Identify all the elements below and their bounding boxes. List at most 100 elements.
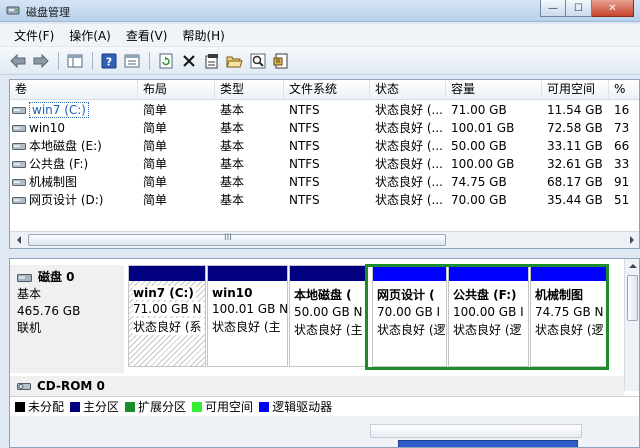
delete-button[interactable] [179, 51, 198, 70]
legend-swatch [125, 401, 136, 412]
title-bar[interactable]: 磁盘管理 — ☐ ✕ [0, 0, 640, 22]
menu-bar: 文件(F) 操作(A) 查看(V) 帮助(H) [0, 24, 640, 46]
column-header-type[interactable]: 类型 [215, 80, 284, 100]
menu-file[interactable]: 文件(F) [14, 27, 54, 44]
column-header-free-space[interactable]: 可用空间 [542, 80, 609, 100]
status-field [370, 424, 582, 438]
horizontal-scrollbar[interactable]: III [10, 231, 639, 248]
volume-status-cell: 状态良好 (... [375, 193, 443, 207]
forward-button[interactable] [31, 51, 50, 70]
volume-status-cell: 状态良好 (... [375, 139, 443, 153]
volume-layout-cell: 简单 [143, 157, 168, 171]
partition-block[interactable]: win7 (C:) 71.00 GB N 状态良好 (系 [128, 265, 206, 367]
volume-status-cell: 状态良好 (... [375, 175, 443, 189]
window-title: 磁盘管理 [26, 6, 70, 19]
volume-disk-icon [12, 106, 26, 114]
partition-block[interactable]: 本地磁盘 (50.00 GB N 状态良好 (主 [289, 265, 368, 367]
search-icon [250, 53, 265, 68]
vertical-scrollbar[interactable] [624, 259, 639, 391]
volume-disk-icon [12, 196, 26, 204]
toolbar-separator [149, 51, 150, 70]
delete-icon [182, 54, 195, 67]
column-header-volume[interactable]: 卷 [10, 80, 138, 100]
volume-row[interactable]: win10 简单 基本 NTFS 状态良好 (... 100.01 GB 72.58 GB 7… [10, 119, 639, 137]
help-button[interactable]: ? [99, 51, 118, 70]
menu-action[interactable]: 操作(A) [69, 27, 111, 44]
disk-icon [17, 273, 32, 282]
back-button[interactable] [8, 51, 27, 70]
partition-status: 状态良好 (系 [133, 318, 204, 335]
chevron-right-icon [629, 236, 634, 244]
export-button[interactable] [271, 51, 290, 70]
legend-item: 未分配 [15, 398, 64, 415]
legend-item: 逻辑驱动器 [259, 398, 332, 415]
disk-0-state: 联机 [17, 321, 42, 335]
volume-disk-icon [12, 124, 26, 132]
partition-type-bar [208, 266, 287, 281]
volume-name: 机械制图 [29, 175, 78, 189]
properties-button[interactable] [122, 51, 141, 70]
chevron-up-icon[interactable] [629, 263, 637, 269]
legend-label: 扩展分区 [138, 400, 187, 414]
scroll-left-button[interactable] [11, 233, 26, 247]
partition-name: win7 (C:) [133, 286, 196, 300]
volume-capacity-cell: 100.00 GB [451, 157, 515, 171]
volume-row[interactable]: win7 (C:) 简单 基本 NTFS 状态良好 (... 71.00 GB 11.54 … [10, 101, 639, 119]
partition-size: 50.00 GB N [294, 305, 365, 319]
partition-block[interactable]: win10 100.01 GB N 状态良好 (主 [207, 265, 288, 367]
volume-row[interactable]: 网页设计 (D:) 简单 基本 NTFS 状态良好 (... 70.00 GB 35.44 … [10, 191, 639, 209]
settings-icon [205, 53, 218, 68]
volume-name: 网页设计 (D:) [29, 193, 104, 207]
toolbar: ? [0, 47, 640, 75]
legend-swatch [192, 401, 203, 412]
extended-partition-frame[interactable] [365, 264, 609, 370]
close-button[interactable]: ✕ [592, 0, 634, 17]
console-tree-button[interactable] [65, 51, 84, 70]
volume-free-cell: 35.44 GB [547, 193, 603, 207]
column-header-layout[interactable]: 布局 [138, 80, 215, 100]
volume-row[interactable]: 本地磁盘 (E:) 简单 基本 NTFS 状态良好 (... 50.00 GB 33.11 … [10, 137, 639, 155]
export-icon [273, 53, 287, 68]
disk-0-label[interactable]: 磁盘 0 基本 465.76 GB 联机 [10, 265, 124, 373]
volume-free-cell: 68.17 GB [547, 175, 603, 189]
partition-info: win7 (C:) 71.00 GB N 状态良好 (系 [129, 281, 205, 366]
minimize-button[interactable]: — [540, 0, 566, 17]
legend-label: 可用空间 [205, 400, 254, 414]
volume-row[interactable]: 公共盘 (F:) 简单 基本 NTFS 状态良好 (... 100.00 GB 32.61 … [10, 155, 639, 173]
partition-status: 状态良好 (主 [212, 318, 283, 335]
disk-0-size: 465.76 GB [17, 304, 81, 318]
volume-status-cell: 状态良好 (... [375, 103, 443, 117]
volume-status-cell: 状态良好 (... [375, 157, 443, 171]
menu-view[interactable]: 查看(V) [126, 27, 168, 44]
horizontal-scroll-thumb[interactable] [28, 234, 446, 246]
legend-label: 主分区 [83, 400, 120, 414]
menu-help[interactable]: 帮助(H) [182, 27, 224, 44]
volume-capacity-cell: 100.01 GB [451, 121, 515, 135]
settings-button[interactable] [202, 51, 221, 70]
partition-name: win10 [212, 286, 255, 300]
column-header-filesystem[interactable]: 文件系统 [284, 80, 370, 100]
volume-fs-cell: NTFS [289, 193, 320, 207]
legend-item: 扩展分区 [125, 398, 186, 415]
column-header-capacity[interactable]: 容量 [446, 80, 542, 100]
console-tree-icon [67, 54, 82, 67]
cdrom-0-label[interactable]: CD-ROM 0 [10, 376, 624, 396]
open-folder-button[interactable] [225, 51, 244, 70]
maximize-button[interactable]: ☐ [566, 0, 592, 17]
partition-size: 71.00 GB N [133, 302, 204, 316]
vertical-scroll-thumb[interactable] [627, 275, 638, 321]
search-button[interactable] [248, 51, 267, 70]
refresh-button[interactable] [156, 51, 175, 70]
minimize-icon: — [548, 2, 558, 14]
column-header-percent-free[interactable]: % [609, 80, 639, 100]
legend-item: 可用空间 [192, 398, 253, 415]
volume-capacity-cell: 70.00 GB [451, 193, 507, 207]
volume-fs-cell: NTFS [289, 139, 320, 153]
column-header-status[interactable]: 状态 [370, 80, 446, 100]
volume-row[interactable]: 机械制图 简单 基本 NTFS 状态良好 (... 74.75 GB 68.17 GB 91 [10, 173, 639, 191]
volume-list-header: 卷 布局 类型 文件系统 状态 容量 可用空间 % [10, 80, 639, 100]
partition-legend: 未分配 主分区 扩展分区 可用空间 逻辑驱动器 [10, 396, 639, 416]
scroll-right-button[interactable] [624, 233, 639, 247]
volume-layout-cell: 简单 [143, 139, 168, 153]
volume-fs-cell: NTFS [289, 121, 320, 135]
